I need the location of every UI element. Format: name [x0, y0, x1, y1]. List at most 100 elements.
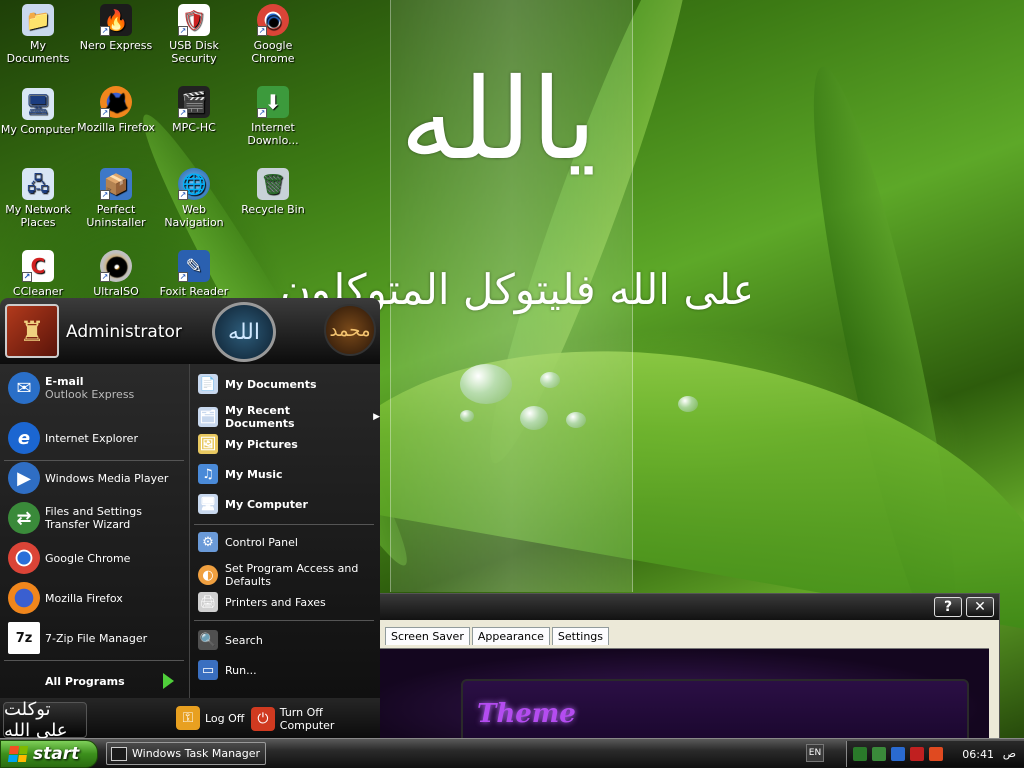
run-icon: ▭ — [198, 660, 218, 680]
desktop-icon-ultraiso[interactable]: 💿 ↗ UltraISO — [75, 250, 157, 298]
firefox-icon: 🦊 ↗ — [100, 86, 132, 118]
avatar[interactable]: ♜ — [5, 304, 59, 358]
start-menu-right-pane: 📄 My Documents 🗂 My Recent Documents ▶ 🖼 My … — [190, 364, 380, 698]
tab-appearance[interactable]: Appearance — [471, 627, 550, 645]
recent-windows-media-player[interactable]: ▶ Windows Media Player — [8, 462, 168, 494]
dialog-titlebar[interactable]: ? ✕ — [357, 594, 999, 620]
recent-label: Files and Settings Transfer Wizard — [45, 505, 142, 531]
language-indicator[interactable]: EN — [806, 744, 824, 762]
help-button[interactable]: ? — [934, 597, 962, 617]
7zip-icon: 7z — [8, 622, 40, 654]
desktop-icon-mozilla-firefox[interactable]: 🦊 ↗ Mozilla Firefox — [75, 86, 157, 134]
separator — [4, 660, 184, 661]
places-control-panel[interactable]: ⚙ Control Panel — [198, 532, 298, 552]
places-my-recent-documents[interactable]: 🗂 My Recent Documents ▶ — [198, 404, 380, 430]
sync-icon[interactable] — [891, 747, 905, 761]
recent-label: Google Chrome — [45, 551, 131, 565]
desktop-icon-mpc-hc[interactable]: 🎬 ↗ MPC-HC — [153, 86, 235, 134]
task-button-label: Windows Task Manager — [132, 747, 261, 760]
control-panel-icon: ⚙ — [198, 532, 218, 552]
desktop-icon-nero-express[interactable]: 🔥 ↗ Nero Express — [75, 4, 157, 52]
pinned-internet-explorer[interactable]: e Internet Explorer — [8, 422, 138, 454]
desktop-icon-foxit-reader[interactable]: ✎ ↗ Foxit Reader — [153, 250, 235, 298]
desktop-icon-web-navigation[interactable]: 🌐 ↗ Web Navigation — [153, 168, 235, 229]
start-menu: ♜ Administrator الله محمد ✉ E-mail Outloo… — [0, 298, 380, 741]
network-icon: 🖧 — [22, 168, 54, 200]
places-label: My Computer — [225, 497, 308, 511]
globe-icon: 🌐 ↗ — [178, 168, 210, 200]
desktop-icon-my-documents[interactable]: 📁 My Documents — [0, 4, 79, 65]
clock-period: ص — [1002, 747, 1016, 760]
recycle-bin-icon: 🗑 — [257, 168, 289, 200]
task-button-task-manager[interactable]: Windows Task Manager — [106, 742, 266, 765]
places-label: My Recent Documents — [225, 404, 295, 430]
foxit-icon: ✎ ↗ — [178, 250, 210, 282]
desktop-icon-my-computer[interactable]: 🖥 My Computer — [0, 88, 79, 136]
turn-off-button[interactable]: ⏻ Turn Off Computer — [251, 706, 380, 732]
submenu-arrow-icon: ▶ — [373, 411, 380, 422]
network-icon[interactable] — [853, 747, 867, 761]
recent-files-settings-transfer[interactable]: ⇄ Files and Settings Transfer Wizard — [8, 502, 183, 534]
places-label: Set Program Access and Defaults — [225, 562, 359, 588]
desktop-icon-internet-download[interactable]: ⬇ ↗ Internet Downlo... — [232, 86, 314, 147]
theme-preview: Theme — [357, 648, 989, 759]
places-label: Printers and Faxes — [225, 595, 326, 609]
program-access-icon: ◐ — [198, 565, 218, 585]
all-programs-button[interactable]: All Programs — [45, 673, 174, 689]
water-drop — [678, 396, 698, 412]
desktop-icon-perfect-uninstaller[interactable]: 📦 ↗ Perfect Uninstaller — [75, 168, 157, 229]
clock[interactable]: 06:41 — [962, 748, 994, 761]
security-icon[interactable] — [910, 747, 924, 761]
arrow-right-icon — [162, 673, 174, 689]
places-set-program-access[interactable]: ◐ Set Program Access and Defaults — [198, 562, 368, 588]
email-icon: ✉ — [8, 372, 40, 404]
power-icon: ⏻ — [251, 707, 275, 731]
desktop-icon-my-network-places[interactable]: 🖧 My Network Places — [0, 168, 79, 229]
desktop-icon-usb-disk-security[interactable]: 🛡 ↗ USB Disk Security — [153, 4, 235, 65]
places-run[interactable]: ▭ Run... — [198, 660, 257, 680]
display-icon[interactable] — [872, 747, 886, 761]
places-my-pictures[interactable]: 🖼 My Pictures — [198, 434, 298, 454]
tab-screen-saver[interactable]: Screen Saver — [385, 627, 470, 645]
tab-settings[interactable]: Settings — [551, 627, 610, 645]
internet-explorer-icon: e — [8, 422, 40, 454]
shield-icon[interactable] — [929, 747, 943, 761]
pinned-email-title: E-mail — [45, 375, 84, 388]
transfer-wizard-icon: ⇄ — [8, 502, 40, 534]
start-menu-left-pane: ✉ E-mail Outlook Express e Internet Explo… — [0, 364, 190, 698]
pinned-email[interactable]: ✉ E-mail Outlook Express — [8, 372, 134, 404]
desktop-icon-recycle-bin[interactable]: 🗑 Recycle Bin — [232, 168, 314, 216]
log-off-button[interactable]: ⚿ Log Off — [176, 706, 244, 730]
recent-google-chrome[interactable]: ◉ Google Chrome — [8, 542, 130, 574]
documents-icon: 📄 — [198, 374, 218, 394]
recent-documents-icon: 🗂 — [198, 407, 218, 427]
key-icon: ⚿ — [176, 706, 200, 730]
close-button[interactable]: ✕ — [966, 597, 994, 617]
calligraphy-medallion: الله — [212, 302, 276, 362]
places-my-computer[interactable]: 🖥 My Computer — [198, 494, 308, 514]
media-player-icon: ▶ — [8, 462, 40, 494]
places-search[interactable]: 🔍 Search — [198, 630, 263, 650]
start-button[interactable]: start — [0, 740, 98, 768]
desktop-icon-ccleaner[interactable]: C ↗ CCleaner — [0, 250, 79, 298]
preview-theme-text: Theme — [477, 699, 576, 729]
uninstaller-icon: 📦 ↗ — [100, 168, 132, 200]
task-manager-icon — [111, 746, 127, 761]
water-drop — [520, 406, 548, 430]
places-my-music[interactable]: ♫ My Music — [198, 464, 283, 484]
recent-label: Mozilla Firefox — [45, 591, 123, 605]
start-label: start — [33, 744, 80, 764]
recent-mozilla-firefox[interactable]: 🦊 Mozilla Firefox — [8, 582, 123, 614]
windows-flag-icon — [7, 746, 29, 762]
printer-icon: 🖨 — [198, 592, 218, 612]
calligraphy-medallion-2: محمد — [324, 304, 376, 356]
recent-label: 7-Zip File Manager — [45, 631, 148, 645]
download-icon: ⬇ ↗ — [257, 86, 289, 118]
places-printers-faxes[interactable]: 🖨 Printers and Faxes — [198, 592, 326, 612]
recent-7zip[interactable]: 7z 7-Zip File Manager — [8, 622, 147, 654]
taskbar: start Windows Task Manager EN 06:41 ص — [0, 738, 1024, 768]
ccleaner-icon: C ↗ — [22, 250, 54, 282]
places-my-documents[interactable]: 📄 My Documents — [198, 374, 317, 394]
places-label: My Music — [225, 467, 283, 481]
desktop-icon-google-chrome[interactable]: ◉ ↗ Google Chrome — [232, 4, 314, 65]
